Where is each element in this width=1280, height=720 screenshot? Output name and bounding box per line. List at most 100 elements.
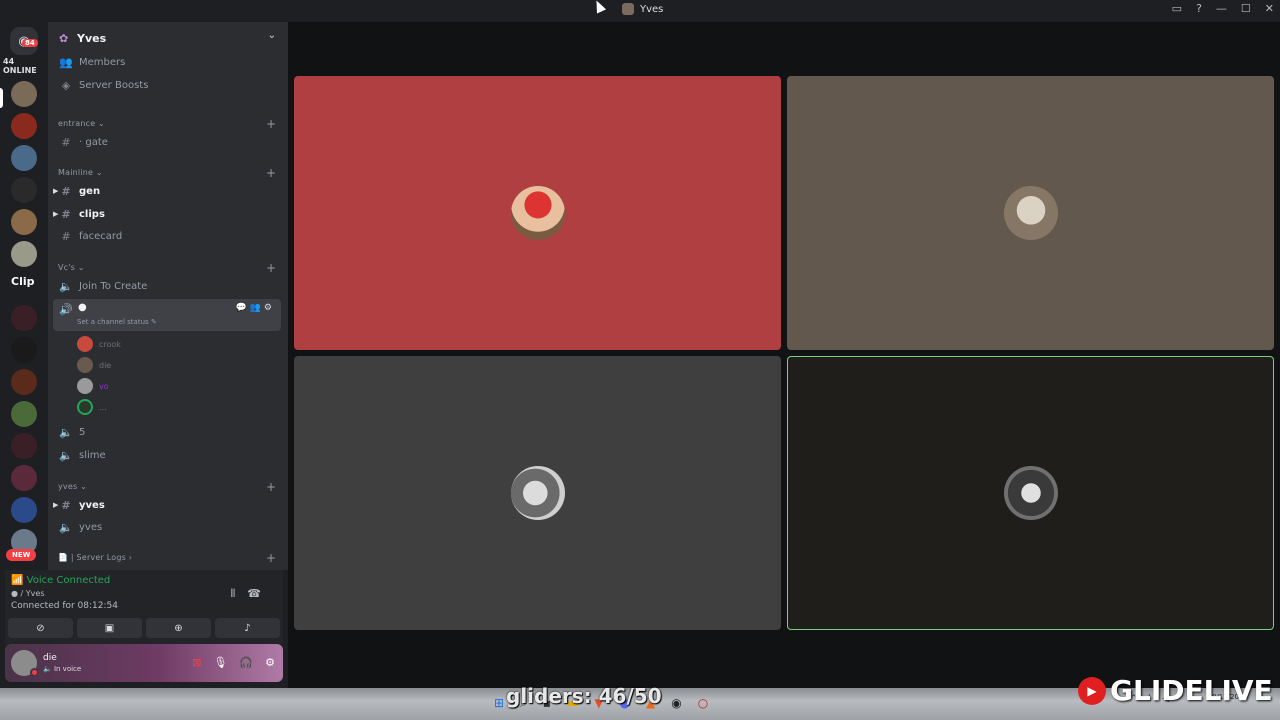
window-title: Yves xyxy=(622,3,663,15)
maximize-icon[interactable]: ☐ xyxy=(1241,2,1251,15)
participant-tile[interactable] xyxy=(787,76,1274,350)
deafen-status-icon[interactable]: ⊠ xyxy=(192,656,201,669)
opera-icon[interactable]: ○ xyxy=(698,696,708,711)
voice-call-grid xyxy=(288,22,1280,688)
voice-user-name: die xyxy=(99,360,112,370)
server-icon[interactable] xyxy=(11,305,37,331)
server-icon[interactable] xyxy=(11,113,37,139)
activities-button[interactable]: ⊕ xyxy=(146,618,211,638)
close-icon[interactable]: ✕ xyxy=(1265,2,1274,15)
channel-label: Join To Create xyxy=(79,280,148,292)
channel-label: slime xyxy=(79,449,106,461)
voice-user-name: crook xyxy=(99,339,121,349)
server-icon[interactable] xyxy=(11,337,37,363)
camera-off-icon: ⊘ xyxy=(36,622,45,634)
category-mainline[interactable]: Mainline ⌄ + xyxy=(58,166,276,180)
channel-label: gen xyxy=(79,185,101,197)
clip-server-label[interactable]: Clip xyxy=(11,275,35,288)
add-channel-icon[interactable]: + xyxy=(266,261,276,275)
speaker-icon: 🔈 xyxy=(59,520,73,534)
avatar xyxy=(1003,186,1058,240)
voice-user[interactable]: vo xyxy=(77,378,109,394)
server-icon[interactable] xyxy=(11,177,37,203)
chevron-down-icon: ⌄ xyxy=(267,30,276,41)
server-icon[interactable] xyxy=(11,401,37,427)
soundboard-button[interactable]: ♪ xyxy=(215,618,280,638)
channel-label: 5 xyxy=(79,426,86,438)
channel-gate[interactable]: # · gate xyxy=(53,131,281,153)
microphone-icon[interactable]: 🎙 xyxy=(213,656,227,669)
camera-off-button[interactable]: ⊘ xyxy=(8,618,73,638)
help-icon[interactable]: ? xyxy=(1196,2,1202,15)
obs-icon[interactable]: ◉ xyxy=(671,696,681,711)
members-link[interactable]: 👥 Members xyxy=(53,51,281,73)
channel-slime[interactable]: 🔈 slime xyxy=(53,444,281,466)
windows-start-icon[interactable]: ⊞ xyxy=(494,696,504,711)
avatar xyxy=(1003,466,1058,520)
add-channel-icon[interactable]: + xyxy=(266,117,276,131)
headphones-icon[interactable]: 🎧 xyxy=(239,656,253,669)
settings-gear-icon[interactable]: ⚙ xyxy=(265,656,275,669)
voice-user[interactable]: die xyxy=(77,357,111,373)
channel-label: clips xyxy=(79,208,105,220)
guild-header[interactable]: ✿ Yves ⌄ xyxy=(48,22,288,54)
username: die xyxy=(43,653,57,663)
speaker-icon: 🔈 xyxy=(59,448,73,462)
members-label: Members xyxy=(79,56,126,68)
participant-tile[interactable] xyxy=(294,76,781,350)
channel-clips[interactable]: ▶ # clips xyxy=(53,203,281,225)
voice-action-buttons: ⊘ ▣ ⊕ ♪ xyxy=(5,618,283,638)
selected-voice-channel[interactable]: 🔊 ● Set a channel status ✎ 💬👥⚙ xyxy=(53,299,281,331)
server-icon[interactable] xyxy=(11,241,37,267)
server-icon[interactable] xyxy=(11,465,37,491)
selected-indicator xyxy=(0,88,3,108)
channel-label: yves xyxy=(79,499,105,511)
add-channel-icon[interactable]: + xyxy=(266,480,276,494)
youtube-play-icon: ▶ xyxy=(1078,676,1106,705)
inbox-icon[interactable]: ▭ xyxy=(1172,2,1182,15)
voice-user-name: ... xyxy=(99,402,107,412)
gamepad-icon: ⊕ xyxy=(174,622,183,634)
server-icon-yves[interactable] xyxy=(11,81,37,107)
category-server-logs[interactable]: 📄 | Server Logs › + xyxy=(58,551,276,565)
channel-yves-voice[interactable]: 🔈 yves xyxy=(53,516,281,538)
voice-channel-name[interactable]: ● / Yves xyxy=(11,589,44,598)
category-entrance[interactable]: entrance ⌄ + xyxy=(58,117,276,131)
server-boosts-link[interactable]: ◈ Server Boosts xyxy=(53,74,281,96)
add-channel-icon[interactable]: + xyxy=(266,166,276,180)
channel-label: facecard xyxy=(79,230,123,242)
screen-share-button[interactable]: ▣ xyxy=(77,618,142,638)
server-icon[interactable] xyxy=(11,369,37,395)
participant-tile-speaking[interactable] xyxy=(787,356,1274,630)
server-icon[interactable] xyxy=(11,433,37,459)
connected-duration: Connected for 08:12:54 xyxy=(11,601,118,611)
server-icon[interactable] xyxy=(11,145,37,171)
channel-5[interactable]: 🔈 5 xyxy=(53,421,281,443)
avatar xyxy=(510,466,565,520)
speaker-icon: 🔈 xyxy=(59,425,73,439)
add-channel-icon[interactable]: + xyxy=(266,551,276,565)
title-bar: Yves ▭ ? — ☐ ✕ xyxy=(0,0,1280,22)
server-icon[interactable] xyxy=(11,497,37,523)
channel-join-to-create[interactable]: 🔈 Join To Create xyxy=(53,275,281,297)
hash-icon: # xyxy=(61,229,71,243)
participant-tile[interactable] xyxy=(294,356,781,630)
channel-actions[interactable]: 💬👥⚙ xyxy=(236,303,275,313)
channel-facecard[interactable]: # facecard xyxy=(53,225,281,247)
new-badge: NEW xyxy=(6,549,37,561)
hash-icon: # xyxy=(61,184,71,198)
server-icon[interactable] xyxy=(11,209,37,235)
voice-user[interactable]: crook xyxy=(77,336,121,352)
voice-user[interactable]: ... xyxy=(77,399,107,415)
avatar xyxy=(77,357,93,373)
category-vcs[interactable]: Vc's ⌄ + xyxy=(58,261,276,275)
channel-gen[interactable]: ▶ # gen xyxy=(53,180,281,202)
channel-status-prompt[interactable]: Set a channel status ✎ xyxy=(77,318,157,326)
minimize-icon[interactable]: — xyxy=(1216,2,1227,15)
user-status: 🔈 In voice xyxy=(43,665,82,673)
category-yves[interactable]: yves ⌄ + xyxy=(58,480,276,494)
stream-watermark: ▶ GLIDELIVE xyxy=(1078,674,1273,707)
brand-text: GLIDELIVE xyxy=(1110,674,1273,707)
channel-yves-text[interactable]: ▶ # yves xyxy=(53,494,281,516)
voice-actions[interactable]: ⦀☎ xyxy=(230,587,273,601)
